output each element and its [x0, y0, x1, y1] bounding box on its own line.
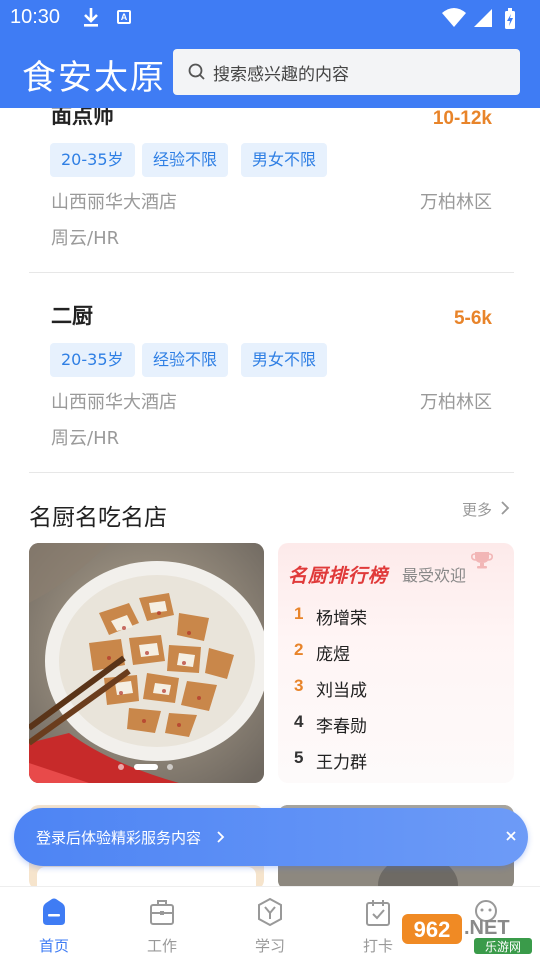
job-tag: 经验不限	[142, 143, 229, 177]
rank-number: 2	[294, 640, 304, 659]
rank-number: 5	[294, 748, 304, 767]
download-icon	[84, 8, 98, 27]
job-card[interactable]: 二厨 5-6k 20-35岁 经验不限 男女不限 山西丽华大酒店 万柏林区 周云…	[29, 273, 514, 473]
nav-study[interactable]: 学习	[230, 887, 310, 960]
a-icon: A	[117, 10, 131, 24]
wifi-icon	[442, 8, 466, 27]
search-placeholder: 搜索感兴趣的内容	[213, 65, 349, 85]
job-salary: 10-12k	[432, 108, 492, 129]
job-tag: 男女不限	[241, 343, 328, 377]
app-header-overlay: 10:30 A 食安太原 搜索感兴趣的内容	[0, 0, 540, 108]
nav-home[interactable]: 首页	[14, 887, 94, 960]
job-hr: 周云/HR	[51, 428, 120, 449]
study-icon	[258, 897, 282, 927]
rank-number: 3	[294, 676, 304, 695]
briefcase-icon	[150, 900, 174, 925]
section-title: 名厨名吃名店	[29, 505, 167, 531]
job-tag: 男女不限	[241, 143, 328, 177]
job-card[interactable]: 面点师 10-12k 20-35岁 经验不限 男女不限 山西丽华大酒店 万柏林区…	[29, 88, 514, 273]
close-icon[interactable]	[504, 829, 518, 843]
signal-icon	[474, 9, 492, 27]
rank-number: 1	[294, 604, 304, 623]
job-tag: 20-35岁	[50, 343, 135, 377]
search-bar[interactable]: 搜索感兴趣的内容	[173, 49, 520, 95]
status-bar: 10:30 A	[0, 0, 540, 36]
login-prompt-banner[interactable]: 登录后体验精彩服务内容	[14, 808, 528, 866]
job-tag: 20-35岁	[50, 143, 135, 177]
status-right-icons	[442, 8, 515, 29]
watermark-number: 962	[414, 917, 451, 942]
job-company: 山西丽华大酒店	[51, 392, 177, 413]
carousel-indicator	[118, 764, 173, 770]
status-time: 10:30	[10, 6, 61, 28]
chef-ranking-card[interactable]: 名厨排行榜 最受欢迎 1 杨增荣 2 庞煜 3 刘当成 4 李春勋 5 王力群	[278, 543, 514, 783]
chevron-right-icon[interactable]	[500, 500, 510, 516]
featured-food-carousel[interactable]	[29, 543, 264, 783]
brand-logo: 食安太原	[22, 58, 166, 98]
job-company: 山西丽华大酒店	[51, 192, 177, 213]
more-link[interactable]: 更多	[462, 499, 492, 520]
chef-name: 刘当成	[316, 681, 367, 701]
job-tag: 经验不限	[142, 343, 229, 377]
job-salary: 5-6k	[453, 308, 492, 329]
svg-text:.NET: .NET	[464, 917, 510, 939]
nav-work[interactable]: 工作	[122, 887, 202, 960]
chef-name: 王力群	[316, 753, 367, 773]
nav-label: 学习	[254, 937, 285, 955]
svg-text:乐游网: 乐游网	[485, 940, 521, 954]
chef-name: 杨增荣	[316, 609, 367, 629]
chef-name: 庞煜	[316, 645, 350, 665]
nav-label: 首页	[38, 937, 69, 955]
rank-number: 4	[294, 712, 304, 731]
job-title: 二厨	[51, 304, 93, 328]
chef-name: 李春勋	[316, 717, 367, 737]
nav-label: 工作	[146, 937, 177, 955]
chevron-right-icon	[217, 831, 225, 843]
search-icon	[188, 63, 205, 80]
job-district: 万柏林区	[420, 192, 492, 213]
ranking-title: 名厨排行榜	[288, 565, 389, 587]
food-photo	[29, 543, 264, 783]
calendar-check-icon	[366, 900, 390, 926]
site-watermark-logo: 962 .NET 乐游网	[402, 914, 532, 954]
home-icon	[43, 898, 65, 925]
job-district: 万柏林区	[420, 392, 492, 413]
job-hr: 周云/HR	[51, 228, 120, 249]
ranking-subtitle: 最受欢迎	[402, 566, 467, 585]
login-prompt-text[interactable]: 登录后体验精彩服务内容	[36, 827, 201, 848]
trophy-icon	[471, 552, 493, 569]
